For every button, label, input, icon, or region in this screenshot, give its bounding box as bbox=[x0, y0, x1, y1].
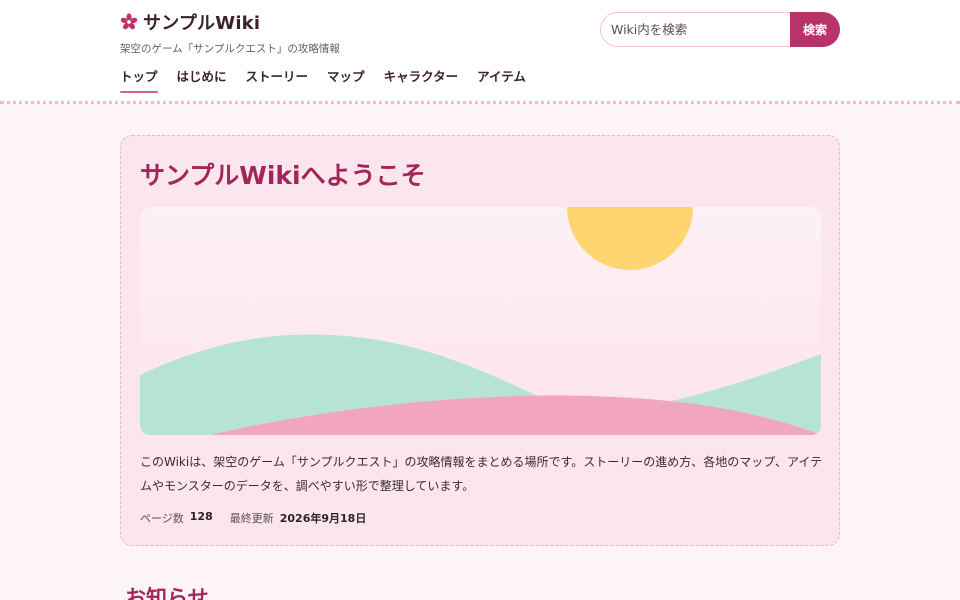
nav-item-items[interactable]: アイテム bbox=[477, 66, 526, 93]
welcome-meta: ページ数 128 最終更新 2026年9月18日 bbox=[140, 510, 366, 526]
main-nav: トップ はじめに ストーリー マップ キャラクター アイテム bbox=[120, 66, 545, 93]
welcome-card: サンプルWikiへようこそ このWikiは、架空のゲーム「サンプルクエスト」の攻… bbox=[120, 135, 840, 546]
welcome-title: サンプルWikiへようこそ bbox=[140, 161, 426, 190]
nav-item-map[interactable]: マップ bbox=[327, 66, 365, 93]
sakura-flower-icon bbox=[120, 13, 138, 31]
site-subtitle: 架空のゲーム「サンプルクエスト」の攻略情報 bbox=[120, 43, 340, 55]
page-count-value: 128 bbox=[189, 510, 213, 523]
news-heading: お知らせ bbox=[125, 586, 209, 600]
nav-item-characters[interactable]: キャラクター bbox=[384, 66, 459, 93]
search-form: 検索 bbox=[600, 12, 840, 47]
search-input[interactable] bbox=[600, 12, 790, 47]
search-button[interactable]: 検索 bbox=[790, 12, 840, 47]
page-count-label: ページ数 bbox=[140, 512, 184, 525]
hero-illustration bbox=[140, 207, 821, 435]
site-header: サンプルWiki 架空のゲーム「サンプルクエスト」の攻略情報 検索 トップ はじ… bbox=[0, 0, 960, 104]
nav-item-getting-started[interactable]: はじめに bbox=[177, 66, 227, 93]
header-divider bbox=[0, 101, 960, 104]
last-updated-label: 最終更新 bbox=[229, 512, 274, 525]
nav-item-story[interactable]: ストーリー bbox=[246, 66, 309, 93]
site-title[interactable]: サンプルWiki bbox=[143, 9, 260, 35]
nav-item-top[interactable]: トップ bbox=[120, 66, 158, 93]
last-updated-value: 2026年9月18日 bbox=[279, 512, 367, 525]
site-brand: サンプルWiki 架空のゲーム「サンプルクエスト」の攻略情報 bbox=[120, 9, 340, 56]
welcome-intro: このWikiは、架空のゲーム「サンプルクエスト」の攻略情報をまとめる場所です。ス… bbox=[140, 455, 823, 493]
